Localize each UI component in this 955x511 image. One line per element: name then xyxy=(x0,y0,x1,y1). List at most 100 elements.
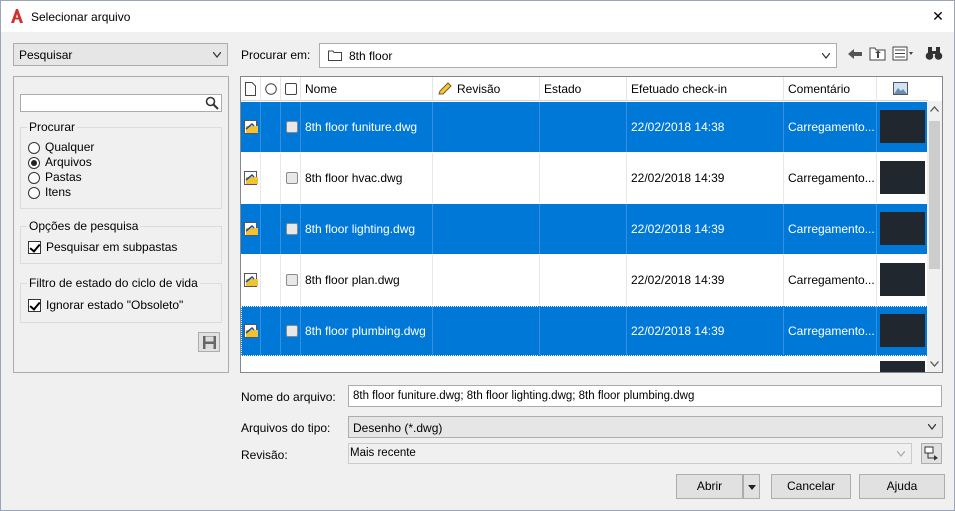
state-cell xyxy=(540,255,627,305)
status-circle-icon xyxy=(265,83,277,95)
help-button[interactable]: Ajuda xyxy=(859,474,945,499)
col-type-header[interactable] xyxy=(241,77,261,101)
revision-dropdown[interactable]: Mais recente xyxy=(348,443,912,464)
document-icon xyxy=(245,82,256,96)
pencil-icon xyxy=(438,82,452,95)
name-cell: 8th floor hvac.dwg xyxy=(301,153,433,203)
look-for-group: Procurar Qualquer Arquivos Pastas Itens xyxy=(20,120,222,209)
look-in-dropdown[interactable]: 8th floor xyxy=(319,43,837,68)
radio-files[interactable] xyxy=(28,157,40,169)
look-in-label: Procurar em: xyxy=(241,48,311,62)
checkin-cell: 22/02/2018 14:39 xyxy=(627,255,784,305)
revision-cell xyxy=(433,204,540,254)
file-thumbnail xyxy=(880,314,925,347)
cancel-button[interactable]: Cancelar xyxy=(771,474,851,499)
chevron-down-icon xyxy=(897,450,905,457)
name-cell: 8th floor plumbing.dwg xyxy=(301,306,433,356)
subfolders-checkbox[interactable] xyxy=(28,241,41,254)
up-folder-icon[interactable] xyxy=(869,46,887,61)
table-row[interactable]: 8th floor hvac.dwg 22/02/2018 14:39 Carreg… xyxy=(241,153,928,203)
revision-tree-icon xyxy=(924,446,938,461)
col-checkin-header[interactable]: Efetuado check-in xyxy=(627,77,784,101)
row-checkbox[interactable] xyxy=(286,172,298,184)
revision-cell xyxy=(433,102,540,152)
table-row[interactable]: 8th floor plan.dwg 22/02/2018 14:39 Carreg… xyxy=(241,255,928,305)
select-file-dialog: Selecionar arquivo ✕ Pesquisar Procurar … xyxy=(0,0,955,511)
search-icon[interactable] xyxy=(205,96,219,110)
filename-input[interactable]: 8th floor funiture.dwg; 8th floor lighti… xyxy=(348,385,942,407)
scrollbar-thumb[interactable] xyxy=(929,121,940,269)
revision-cell xyxy=(433,255,540,305)
filetype-label: Arquivos do tipo: xyxy=(241,421,331,435)
close-button[interactable]: ✕ xyxy=(922,1,954,32)
radio-files-label: Arquivos xyxy=(45,155,92,169)
ignore-obsolete-checkbox[interactable] xyxy=(28,299,41,312)
revision-cell xyxy=(433,153,540,203)
open-options-button[interactable] xyxy=(743,474,760,499)
checkin-cell: 22/02/2018 14:38 xyxy=(627,102,784,152)
col-name-header[interactable]: Nome xyxy=(301,77,433,101)
state-cell xyxy=(540,306,627,356)
chevron-down-icon xyxy=(822,52,830,59)
row-checkbox[interactable] xyxy=(286,121,298,133)
search-mode-value: Pesquisar xyxy=(19,48,73,62)
checkin-cell: 22/02/2018 14:39 xyxy=(627,153,784,203)
filetype-dropdown[interactable]: Desenho (*.dwg) xyxy=(348,416,943,438)
revision-value: Mais recente xyxy=(350,447,416,459)
search-panel: Procurar Qualquer Arquivos Pastas Itens … xyxy=(13,76,229,373)
views-menu-icon[interactable] xyxy=(892,46,914,61)
radio-folders[interactable] xyxy=(28,172,40,184)
save-search-button[interactable] xyxy=(198,332,220,352)
radio-items[interactable] xyxy=(28,187,40,199)
search-mode-dropdown[interactable]: Pesquisar xyxy=(13,43,228,66)
scroll-down-arrow-icon[interactable] xyxy=(930,361,939,367)
back-arrow-icon[interactable] xyxy=(847,47,863,61)
row-checkbox[interactable] xyxy=(286,325,298,337)
row-checkbox[interactable] xyxy=(286,223,298,235)
radio-any[interactable] xyxy=(28,142,40,154)
revision-options-button[interactable] xyxy=(921,443,942,464)
table-row[interactable]: 8th floor lighting.dwg 22/02/2018 14:39 Ca… xyxy=(241,204,928,254)
status-cell xyxy=(261,102,281,152)
folder-icon xyxy=(328,50,342,61)
status-cell xyxy=(261,255,281,305)
dwg-file-icon xyxy=(244,324,258,338)
filetype-value: Desenho (*.dwg) xyxy=(353,421,443,435)
checkbox-square-icon xyxy=(285,83,297,95)
status-cell xyxy=(261,153,281,203)
dwg-file-icon xyxy=(244,120,258,134)
open-button[interactable]: Abrir xyxy=(676,474,743,499)
filename-value: 8th floor funiture.dwg; 8th floor lighti… xyxy=(353,390,695,402)
col-state-header[interactable]: Estado xyxy=(540,77,627,101)
search-options-legend: Opções de pesquisa xyxy=(27,219,141,233)
window-title: Selecionar arquivo xyxy=(31,10,131,24)
col-revision-header[interactable]: Revisão xyxy=(433,77,540,101)
look-in-value: 8th floor xyxy=(349,49,393,63)
row-checkbox[interactable] xyxy=(286,274,298,286)
state-cell xyxy=(540,153,627,203)
search-input[interactable] xyxy=(20,94,222,112)
col-status-header[interactable] xyxy=(261,77,281,101)
filename-label: Nome do arquivo: xyxy=(241,390,336,404)
revision-label: Revisão: xyxy=(241,448,288,462)
radio-items-label: Itens xyxy=(45,185,72,199)
look-for-legend: Procurar xyxy=(27,120,78,134)
dwg-file-icon xyxy=(244,222,258,236)
name-cell: 8th floor lighting.dwg xyxy=(301,204,433,254)
scroll-up-arrow-icon[interactable] xyxy=(930,106,939,112)
lifecycle-filter-legend: Filtro de estado do ciclo de vida xyxy=(27,276,200,290)
binoculars-icon[interactable] xyxy=(925,46,943,61)
vertical-scrollbar[interactable] xyxy=(927,101,942,372)
lifecycle-filter-group: Filtro de estado do ciclo de vida Ignora… xyxy=(20,276,222,323)
col-comment-header[interactable]: Comentário xyxy=(784,77,877,101)
table-row[interactable]: 8th floor plumbing.dwg 22/02/2018 14:39 Ca… xyxy=(241,306,928,356)
col-check-header[interactable] xyxy=(281,77,301,101)
name-cell: 8th floor plan.dwg xyxy=(301,255,433,305)
table-row[interactable]: 8th floor funiture.dwg 22/02/2018 14:38 Ca… xyxy=(241,102,928,152)
dwg-file-icon xyxy=(244,171,258,185)
col-thumbnail-header[interactable] xyxy=(877,77,928,101)
file-thumbnail xyxy=(880,110,925,143)
status-cell xyxy=(261,306,281,356)
revision-cell xyxy=(433,306,540,356)
file-thumbnail xyxy=(880,212,925,245)
